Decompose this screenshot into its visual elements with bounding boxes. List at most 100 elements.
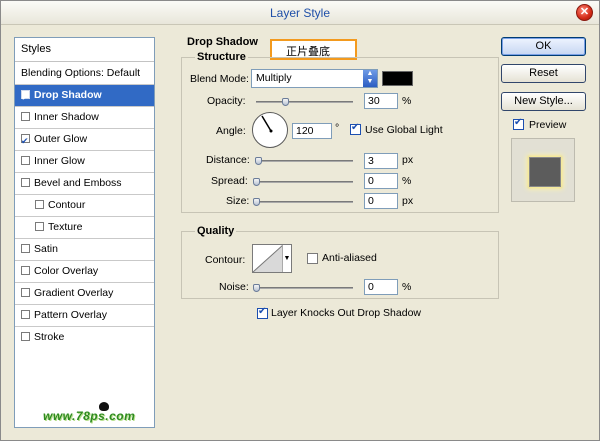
- noise-slider-thumb[interactable]: [253, 284, 260, 292]
- reset-button[interactable]: Reset: [501, 64, 586, 83]
- style-item-label: Stroke: [34, 331, 65, 343]
- noise-input[interactable]: 0: [364, 279, 398, 295]
- style-item-label: Blending Options: Default: [21, 67, 141, 79]
- style-item-label: Contour: [48, 199, 86, 211]
- style-item-label: Color Overlay: [34, 265, 99, 277]
- opacity-slider-thumb[interactable]: [282, 98, 290, 106]
- style-item-checkbox[interactable]: [21, 310, 30, 319]
- style-item[interactable]: Gradient Overlay: [15, 283, 154, 304]
- use-global-light-label[interactable]: Use Global Light: [365, 124, 443, 136]
- style-item[interactable]: Color Overlay: [15, 261, 154, 282]
- style-item-checkbox[interactable]: [21, 178, 30, 187]
- style-item[interactable]: Satin: [15, 239, 154, 260]
- spread-slider[interactable]: [253, 178, 353, 186]
- size-slider[interactable]: [253, 198, 353, 206]
- contour-dropdown-icon[interactable]: ▼: [282, 245, 291, 272]
- contour-curve-icon: [252, 244, 284, 273]
- watermark-logo: www.78ps.com: [43, 409, 136, 423]
- style-item-checkbox[interactable]: [21, 156, 30, 165]
- close-icon: ✕: [579, 6, 590, 18]
- style-item[interactable]: Bevel and Emboss: [15, 173, 154, 194]
- style-item-label: Outer Glow: [34, 133, 88, 145]
- knockout-label[interactable]: Layer Knocks Out Drop Shadow: [271, 307, 421, 319]
- structure-title: Structure: [195, 51, 248, 63]
- style-item-label: Inner Glow: [34, 155, 85, 167]
- style-item-checkbox[interactable]: [21, 87, 30, 108]
- new-style-button[interactable]: New Style...: [501, 92, 586, 111]
- style-preview: [511, 138, 575, 202]
- angle-input[interactable]: 120: [292, 123, 332, 139]
- angle-dial[interactable]: [252, 112, 288, 148]
- noise-unit: %: [402, 281, 412, 293]
- distance-slider-thumb[interactable]: [255, 157, 262, 165]
- blend-mode-value: Multiply: [256, 72, 292, 84]
- style-item-label: Gradient Overlay: [34, 287, 114, 299]
- angle-unit: °: [335, 122, 340, 134]
- spread-slider-thumb[interactable]: [253, 178, 260, 186]
- style-item-checkbox[interactable]: [21, 112, 30, 121]
- angle-label: Angle:: [216, 125, 246, 137]
- style-item[interactable]: Inner Glow: [15, 151, 154, 172]
- style-item[interactable]: Stroke: [15, 327, 154, 348]
- style-item[interactable]: Outer Glow: [15, 129, 154, 152]
- style-item-checkbox[interactable]: [21, 244, 30, 253]
- frog-logo-icon: [99, 402, 109, 411]
- style-item-checkbox[interactable]: [35, 222, 44, 231]
- anti-aliased-checkbox[interactable]: [307, 253, 318, 264]
- title-bar[interactable]: Layer Style ✕: [1, 1, 599, 25]
- anti-aliased-label[interactable]: Anti-aliased: [322, 252, 377, 264]
- blend-mode-label: Blend Mode:: [190, 73, 249, 85]
- styles-list-header[interactable]: Styles: [15, 38, 154, 62]
- style-item-checkbox[interactable]: [35, 200, 44, 209]
- style-item-label: Satin: [34, 243, 58, 255]
- preview-checkbox[interactable]: [513, 117, 524, 130]
- drop-shadow-title: Drop Shadow: [187, 36, 258, 48]
- opacity-label: Opacity:: [207, 95, 246, 107]
- opacity-unit: %: [402, 95, 412, 107]
- style-item-label: Drop Shadow: [34, 89, 102, 101]
- contour-label: Contour:: [205, 254, 246, 266]
- style-item-label: Texture: [48, 221, 83, 233]
- ok-button[interactable]: OK: [501, 37, 586, 56]
- style-item-checkbox[interactable]: [21, 288, 30, 297]
- distance-unit: px: [402, 154, 414, 166]
- style-item[interactable]: Contour: [15, 195, 154, 216]
- opacity-slider[interactable]: [256, 98, 353, 106]
- noise-slider[interactable]: [253, 284, 353, 292]
- style-item-checkbox[interactable]: [21, 332, 30, 341]
- blend-mode-select[interactable]: Multiply ▲ ▼: [251, 69, 378, 88]
- select-arrows-icon: ▲ ▼: [363, 70, 377, 87]
- size-label: Size:: [226, 195, 250, 207]
- preview-swatch: [529, 157, 561, 187]
- angle-dial-indicator: [261, 115, 273, 133]
- size-slider-thumb[interactable]: [253, 198, 260, 206]
- style-item-checkbox[interactable]: [21, 266, 30, 275]
- style-item-label: Pattern Overlay: [34, 309, 107, 321]
- noise-label: Noise:: [219, 281, 249, 293]
- use-global-light-checkbox[interactable]: [350, 122, 361, 135]
- distance-input[interactable]: 3: [364, 153, 398, 169]
- styles-list: Styles www.78ps.com Blending Options: De…: [14, 37, 155, 428]
- shadow-color-swatch[interactable]: [382, 71, 413, 86]
- preview-label[interactable]: Preview: [529, 119, 566, 131]
- style-item-label: Inner Shadow: [34, 111, 99, 123]
- contour-picker[interactable]: ▼: [252, 244, 292, 273]
- quality-title: Quality: [195, 225, 237, 237]
- spread-unit: %: [402, 175, 412, 187]
- style-item[interactable]: Blending Options: Default: [15, 63, 154, 84]
- style-item[interactable]: Texture: [15, 217, 154, 238]
- spread-label: Spread:: [211, 175, 248, 187]
- window-title: Layer Style: [269, 6, 331, 20]
- opacity-input[interactable]: 30: [364, 93, 398, 109]
- distance-slider[interactable]: [255, 157, 353, 165]
- style-item[interactable]: Inner Shadow: [15, 107, 154, 128]
- size-unit: px: [402, 195, 414, 207]
- layer-style-dialog: Layer Style ✕ Styles www.78ps.com Blendi…: [0, 0, 600, 441]
- style-item[interactable]: Drop Shadow: [15, 85, 154, 108]
- spread-input[interactable]: 0: [364, 173, 398, 189]
- close-button[interactable]: ✕: [576, 4, 593, 21]
- size-input[interactable]: 0: [364, 193, 398, 209]
- style-item[interactable]: Pattern Overlay: [15, 305, 154, 326]
- style-item-checkbox[interactable]: [21, 131, 30, 152]
- knockout-checkbox[interactable]: [257, 306, 268, 319]
